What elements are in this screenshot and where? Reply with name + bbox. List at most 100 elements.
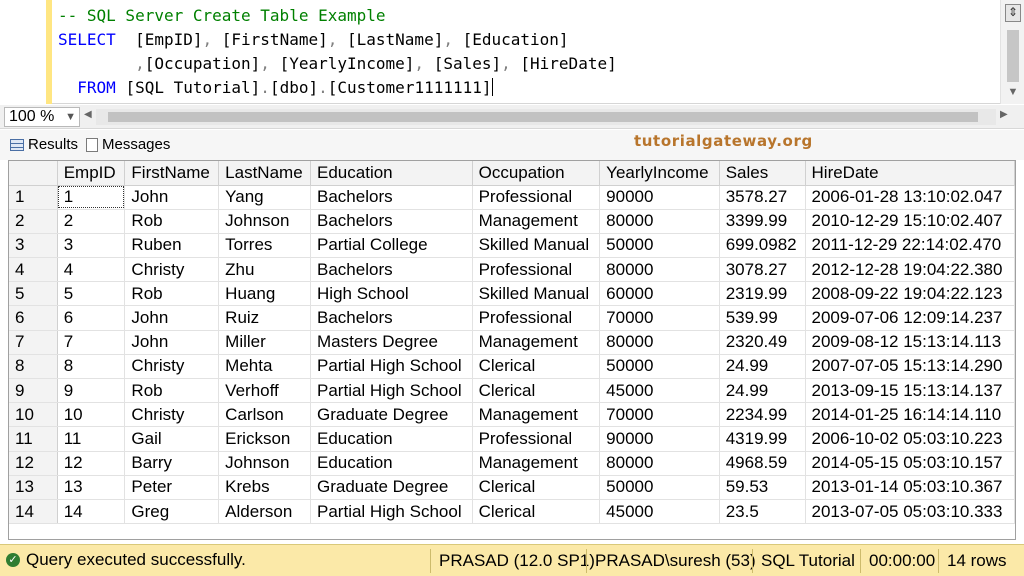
column-header[interactable]: HireDate [805,161,1015,186]
grid-cell[interactable]: 2006-10-02 05:03:10.223 [805,426,1015,452]
grid-cell[interactable]: Erickson [218,426,312,452]
grid-cell[interactable]: High School [310,281,473,307]
table-row[interactable]: 6 6 John Ruiz Bachelors Professional 70000 539.… [9,305,1015,331]
grid-cell[interactable]: Christy [124,354,220,380]
grid-cell[interactable]: 90000 [599,426,720,452]
tab-messages[interactable]: Messages [86,134,170,156]
grid-cell[interactable]: Torres [218,233,312,259]
grid-cell[interactable]: Clerical [472,475,601,500]
grid-cell[interactable]: Rob [124,281,220,307]
row-number[interactable]: 2 [9,209,58,234]
zoom-select[interactable]: 100 % ▼ [4,107,80,127]
sql-code[interactable]: -- SQL Server Create Table Example SELEC… [58,4,617,100]
grid-cell[interactable]: Masters Degree [310,330,473,355]
grid-cell[interactable]: 45000 [599,378,720,404]
grid-cell[interactable]: 2319.99 [719,281,806,307]
grid-cell[interactable]: 80000 [599,451,720,476]
grid-cell[interactable]: 2013-01-14 05:03:10.367 [805,475,1015,500]
grid-cell[interactable]: 80000 [599,330,720,355]
grid-cell[interactable]: Gail [124,426,220,452]
table-row[interactable]: 5 5 Rob Huang High School Skilled Manual 60000… [9,281,1015,307]
results-grid[interactable]: EmpID FirstName LastName Education Occup… [8,160,1016,540]
grid-cell[interactable]: Professional [472,185,601,210]
grid-cell[interactable]: Professional [472,257,601,283]
row-number[interactable]: 6 [9,305,58,331]
grid-cell[interactable]: 9 [57,378,126,404]
editor-vertical-scrollbar[interactable]: ⇕ ▼ [1000,0,1024,104]
corner-cell[interactable] [9,161,58,186]
grid-cell[interactable]: Clerical [472,499,601,525]
grid-cell[interactable]: Graduate Degree [310,475,473,500]
grid-cell[interactable]: Skilled Manual [472,233,601,259]
grid-cell[interactable]: 2009-07-06 12:09:14.237 [805,305,1015,331]
grid-cell[interactable]: Management [472,330,601,355]
grid-cell[interactable]: Clerical [472,378,601,404]
row-number[interactable]: 9 [9,378,58,404]
grid-cell[interactable]: 59.53 [719,475,806,500]
grid-cell[interactable]: 50000 [599,233,720,259]
grid-cell[interactable]: John [124,330,220,355]
grid-cell[interactable]: Education [310,426,473,452]
grid-cell[interactable]: Professional [472,305,601,331]
grid-cell[interactable]: 2011-12-29 22:14:02.470 [805,233,1015,259]
grid-cell[interactable]: Partial High School [310,354,473,380]
grid-cell[interactable]: 7 [57,330,126,355]
grid-cell[interactable]: Management [472,451,601,476]
grid-cell[interactable]: 4 [57,257,126,283]
column-header[interactable]: Occupation [472,161,601,186]
scroll-right-icon[interactable]: ▶ [1000,109,1008,120]
column-header[interactable]: YearlyIncome [599,161,720,186]
grid-cell[interactable]: 3078.27 [719,257,806,283]
grid-cell[interactable]: Bachelors [310,305,473,331]
row-number[interactable]: 11 [9,426,58,452]
grid-cell[interactable]: Alderson [218,499,312,525]
grid-cell[interactable]: 2013-09-15 15:13:14.137 [805,378,1015,404]
grid-cell[interactable]: 70000 [599,305,720,331]
grid-cell[interactable]: Bachelors [310,257,473,283]
row-number[interactable]: 5 [9,281,58,307]
grid-cell[interactable]: 50000 [599,475,720,500]
row-number[interactable]: 13 [9,475,58,500]
column-header[interactable]: Education [310,161,473,186]
grid-cell[interactable]: Peter [124,475,220,500]
scrollbar-thumb[interactable] [108,112,978,122]
table-row[interactable]: 13 13 Peter Krebs Graduate Degree Clerical 500… [9,475,1015,500]
grid-cell[interactable]: 70000 [599,402,720,428]
grid-cell[interactable]: 10 [57,402,126,428]
split-editor-icon[interactable]: ⇕ [1005,4,1021,22]
grid-cell[interactable]: 4968.59 [719,451,806,476]
column-header[interactable]: LastName [218,161,312,186]
grid-cell[interactable]: John [124,185,220,210]
table-row[interactable]: 8 8 Christy Mehta Partial High School Clerica… [9,354,1015,380]
grid-cell[interactable]: Krebs [218,475,312,500]
grid-cell[interactable]: Bachelors [310,209,473,234]
grid-cell[interactable]: Graduate Degree [310,402,473,428]
column-header[interactable]: EmpID [57,161,126,186]
grid-cell[interactable]: Carlson [218,402,312,428]
grid-cell[interactable]: Ruiz [218,305,312,331]
grid-cell[interactable]: Professional [472,426,601,452]
scrollbar-thumb[interactable] [1007,30,1019,82]
row-number[interactable]: 4 [9,257,58,283]
column-header[interactable]: Sales [719,161,806,186]
grid-cell[interactable]: 2014-05-15 05:03:10.157 [805,451,1015,476]
grid-cell[interactable]: Partial High School [310,378,473,404]
grid-cell[interactable]: Skilled Manual [472,281,601,307]
grid-cell[interactable]: Clerical [472,354,601,380]
row-number[interactable]: 3 [9,233,58,259]
grid-cell[interactable]: 539.99 [719,305,806,331]
grid-cell[interactable]: 45000 [599,499,720,525]
table-row[interactable]: 14 14 Greg Alderson Partial High School Cleri… [9,499,1015,525]
grid-cell[interactable]: Miller [218,330,312,355]
grid-cell[interactable]: Christy [124,402,220,428]
grid-cell[interactable]: 12 [57,451,126,476]
grid-cell[interactable]: Barry [124,451,220,476]
grid-cell[interactable]: 3399.99 [719,209,806,234]
grid-cell[interactable]: 2008-09-22 19:04:22.123 [805,281,1015,307]
grid-cell[interactable]: John [124,305,220,331]
table-row[interactable]: 10 10 Christy Carlson Graduate Degree Managem… [9,402,1015,428]
grid-cell[interactable]: Management [472,209,601,234]
editor-horizontal-scrollbar[interactable] [96,109,996,125]
grid-cell[interactable]: 80000 [599,209,720,234]
row-number[interactable]: 10 [9,402,58,428]
